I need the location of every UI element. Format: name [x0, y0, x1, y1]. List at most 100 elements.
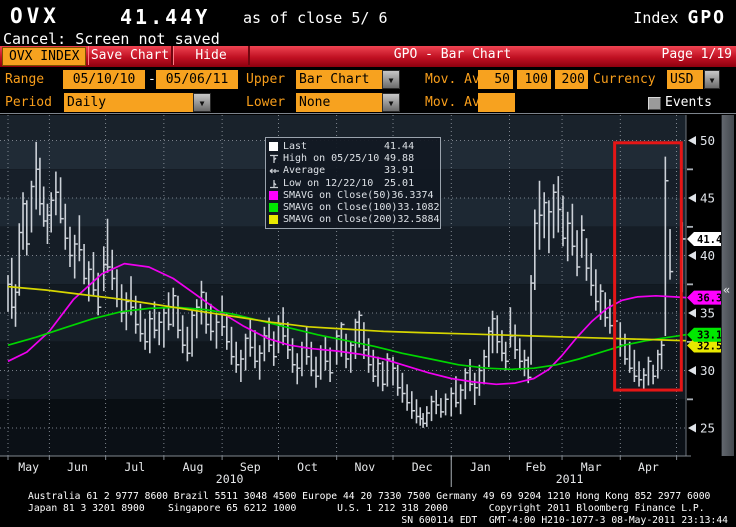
range-start-input[interactable]: 05/10/10	[63, 70, 145, 89]
legend-label: SMAVG on Close(200)	[283, 214, 398, 226]
footer-contacts-line1: Australia 61 2 9777 8600 Brazil 5511 304…	[28, 491, 711, 502]
x-month-label: May	[18, 460, 39, 474]
legend-label: Low on 12/22/10	[283, 177, 374, 189]
x-month-label: Jul	[124, 460, 145, 474]
x-month-label: Dec	[412, 460, 433, 474]
y-tick-label: 25	[700, 421, 715, 436]
y-tick-label: 40	[700, 248, 715, 263]
currency-select[interactable]: USD	[667, 70, 703, 89]
bloomberg-terminal-screen: OVX 41.44Y as of close 5/ 6 Index GPO Ca…	[0, 0, 736, 527]
chart-title: GPO - Bar Chart	[393, 47, 512, 62]
legend-row: SMAVG on Close(100) 33.1082	[269, 201, 440, 214]
legend-value: 41.44	[384, 140, 415, 152]
y-tick-label: 50	[700, 133, 715, 148]
x-month-label: Nov	[354, 460, 375, 474]
y-axis: 50 45 40 35 30 25	[687, 133, 715, 436]
legend-value: 25.01	[384, 177, 415, 189]
lower-select-dropdown-icon[interactable]: ▼	[382, 93, 400, 112]
security-ticker: OVX	[10, 4, 60, 28]
y-tick-arrow-icon	[688, 193, 696, 203]
security-tab[interactable]: OVX INDEX	[2, 47, 87, 66]
mov-avg-1-input[interactable]: 50	[478, 70, 513, 89]
chart-legend: Last 41.44 High on 05/25/10 49.88 Average 33.…	[265, 137, 441, 230]
footer-terminal-info: SN 600114 EDT GMT-4:00 H210-1077-3 08-Ma…	[401, 514, 728, 526]
x-month-label: Oct	[297, 460, 318, 474]
legend-label: Average	[283, 165, 326, 177]
as-of-text: as of close 5/ 6	[243, 9, 388, 27]
high-marker-icon	[269, 154, 280, 163]
legend-value: 32.5884	[397, 214, 440, 226]
legend-row: Average 33.91	[269, 165, 436, 177]
legend-value: 36.3374	[391, 189, 434, 201]
lower-chart-type-select[interactable]: None	[296, 93, 382, 112]
x-month-label: Aug	[183, 460, 204, 474]
mov-avg-extra-input[interactable]	[478, 93, 515, 112]
range-label: Range	[5, 72, 45, 87]
y-tick-label: 35	[700, 306, 715, 321]
footer: Australia 61 2 9777 8600 Brazil 5511 304…	[28, 491, 736, 526]
white-square-icon	[269, 141, 280, 151]
range-end-input[interactable]: 05/06/11	[156, 70, 238, 89]
footer-contacts-line2: Japan 81 3 3201 8900 Singapore 65 6212 1…	[28, 502, 705, 514]
x-month-label: Feb	[525, 460, 546, 474]
mov-avg-3-input[interactable]: 200	[555, 70, 588, 89]
x-month-label: Jun	[67, 460, 88, 474]
low-marker-icon	[269, 179, 280, 188]
currency-dropdown-icon[interactable]: ▼	[704, 70, 720, 89]
page-indicator[interactable]: Page 1/19	[662, 47, 732, 62]
legend-value: 33.91	[384, 165, 415, 177]
yellow-square-icon	[269, 215, 280, 225]
lower-label: Lower	[246, 95, 286, 110]
currency-label: Currency	[593, 72, 656, 87]
y-minor-tick	[687, 398, 693, 401]
upper-chart-type-select[interactable]: Bar Chart	[296, 70, 382, 89]
y-minor-tick	[687, 283, 693, 286]
y-tick-arrow-icon	[688, 251, 696, 260]
upper-label: Upper	[246, 72, 286, 87]
legend-label: SMAVG on Close(100)	[283, 202, 398, 214]
x-month-label: Jan	[470, 460, 491, 474]
menubar: OVX INDEX Save Chart Hide GPO - Bar Char…	[0, 46, 736, 67]
y-tick-label: 30	[700, 363, 715, 378]
index-function-label: Index GPO	[633, 7, 726, 28]
scrollbar-collapse-icon[interactable]: «	[723, 283, 730, 297]
x-year-label: 2010	[216, 472, 244, 486]
index-label: Index	[633, 9, 679, 27]
legend-value: 33.1082	[397, 202, 440, 214]
range-separator: -	[148, 72, 156, 87]
period-label: Period	[5, 95, 52, 110]
legend-label: Last	[283, 140, 308, 152]
x-month-label: Mar	[581, 460, 602, 474]
x-axis: May Jun Jul Aug Sep Oct Nov Dec Jan Feb Mar Apr2010…	[0, 455, 736, 490]
average-marker-icon	[269, 166, 280, 175]
events-checkbox[interactable]	[648, 97, 661, 110]
y-minor-tick	[687, 225, 693, 228]
y-tick-arrow-icon	[688, 423, 696, 433]
upper-select-dropdown-icon[interactable]: ▼	[382, 70, 400, 89]
events-label: Events	[665, 95, 712, 110]
period-select[interactable]: Daily	[64, 93, 193, 112]
y-tick-label: 45	[700, 191, 715, 206]
hide-button[interactable]: Hide	[173, 46, 250, 65]
y-tick-arrow-icon	[688, 136, 696, 145]
legend-label: SMAVG on Close(50)	[283, 189, 392, 201]
y-tick-arrow-icon	[688, 366, 696, 375]
x-month-label: Apr	[638, 460, 659, 474]
y-tick-arrow-icon	[688, 308, 696, 318]
legend-row: SMAVG on Close(200) 32.5884	[269, 214, 440, 226]
last-price: 41.44Y	[120, 5, 211, 29]
legend-row: SMAVG on Close(50) 36.3374	[269, 189, 436, 201]
y-minor-tick	[687, 168, 693, 171]
chart-scrollbar[interactable]: «	[721, 115, 734, 456]
legend-row: High on 05/25/10 49.88	[269, 152, 436, 164]
green-square-icon	[269, 203, 280, 213]
mov-avg-2-input[interactable]: 100	[517, 70, 551, 89]
save-chart-button[interactable]: Save Chart	[88, 46, 173, 65]
function-code: GPO	[687, 7, 726, 28]
legend-label: High on 05/25/10	[283, 152, 380, 164]
x-year-label: 2011	[556, 472, 584, 486]
toolbar-chart-divider	[0, 113, 736, 114]
period-dropdown-icon[interactable]: ▼	[193, 93, 211, 112]
legend-row: Low on 12/22/10 25.01	[269, 177, 436, 189]
magenta-square-icon	[269, 190, 280, 200]
